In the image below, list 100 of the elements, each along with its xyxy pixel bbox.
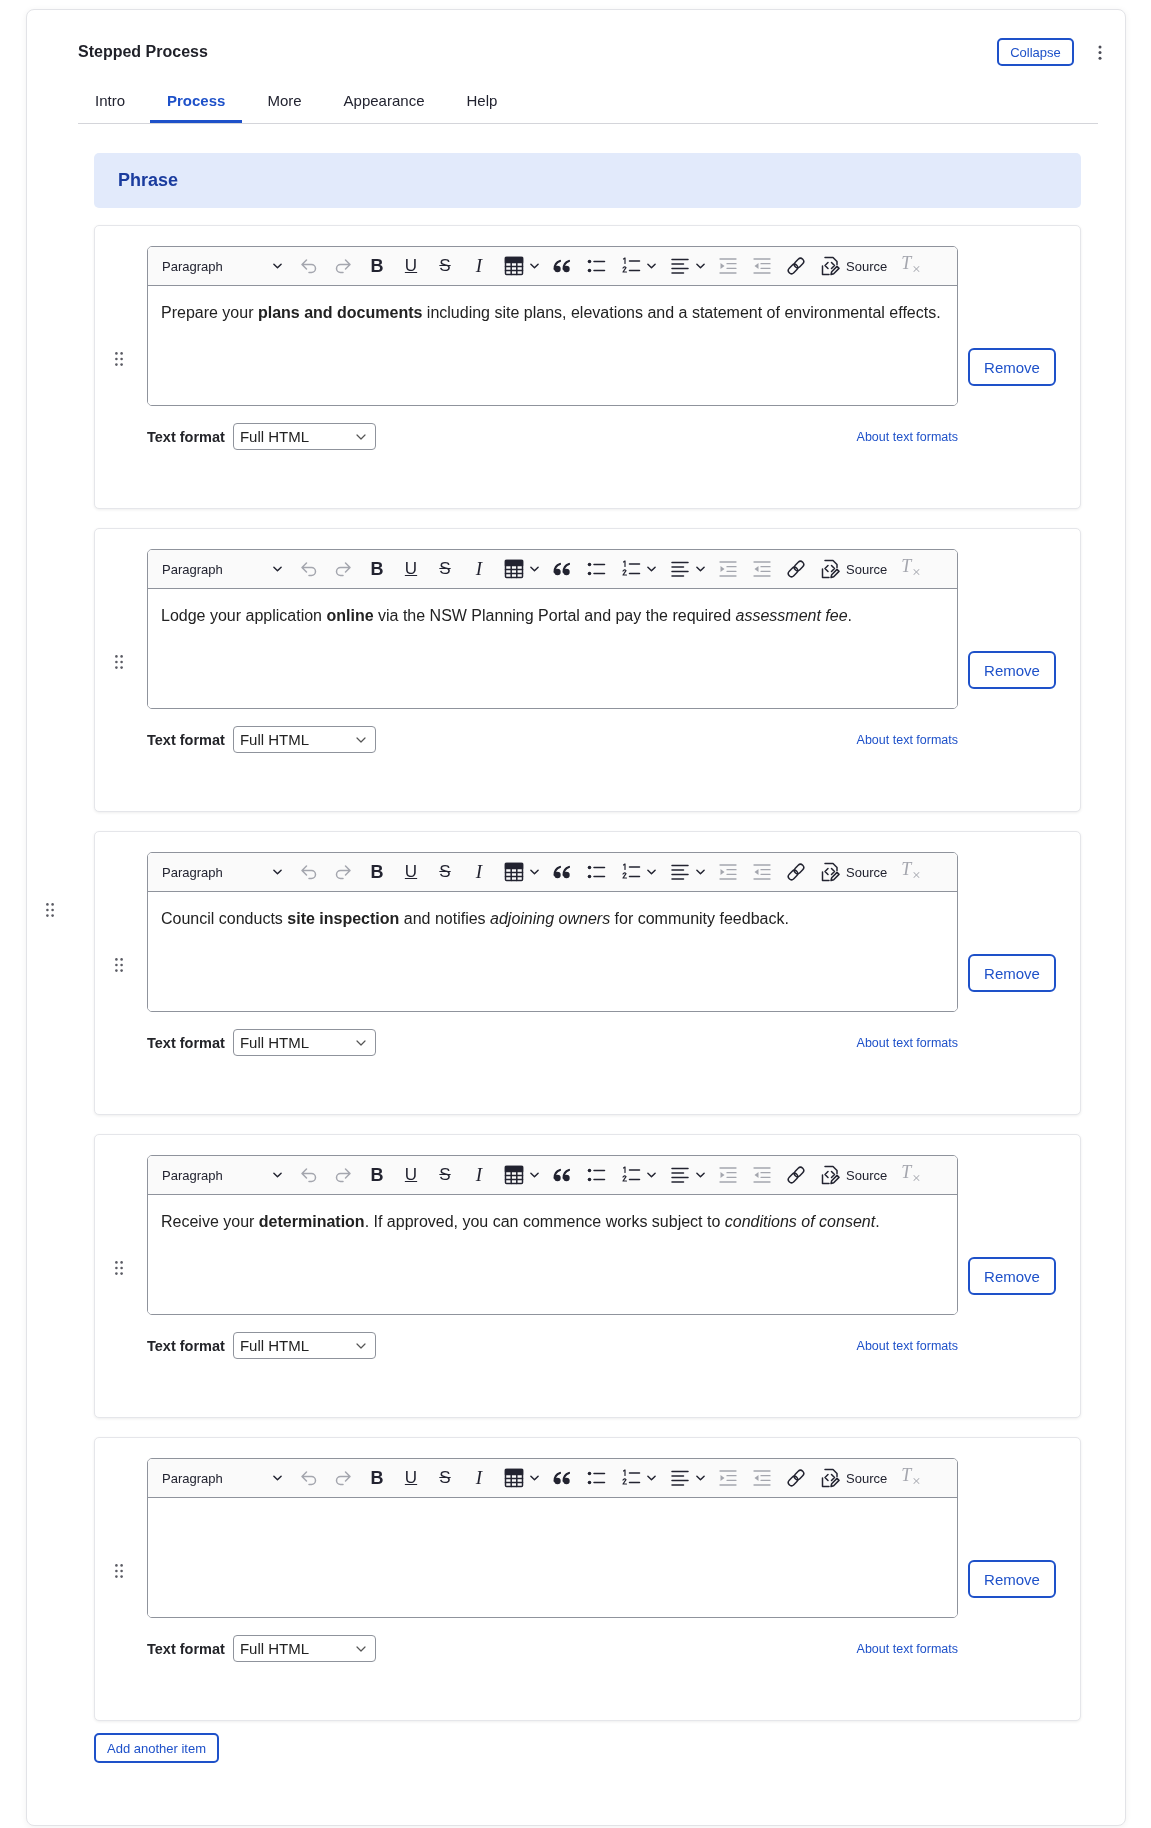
undo-icon <box>299 862 319 882</box>
strikethrough-button[interactable]: S <box>428 857 462 887</box>
collapse-button[interactable]: Collapse <box>997 38 1074 66</box>
chevron-down-icon <box>530 263 539 269</box>
source-button[interactable]: Source <box>813 554 895 584</box>
drag-handle-icon[interactable] <box>46 903 54 917</box>
chevron-down-icon <box>355 1645 366 1652</box>
bold-button[interactable]: B <box>360 251 394 281</box>
redo-icon <box>333 862 353 882</box>
paragraph-format-dropdown[interactable]: Paragraph <box>156 1160 288 1190</box>
drag-handle-icon[interactable] <box>115 1261 123 1275</box>
align-left-icon <box>670 1468 690 1488</box>
tab[interactable]: Intro <box>78 77 142 123</box>
numbered-list-icon <box>621 1468 641 1488</box>
more-options-icon[interactable] <box>1098 44 1102 60</box>
undo-icon <box>299 1468 319 1488</box>
chevron-down-icon <box>355 736 366 743</box>
strikethrough-button[interactable]: S <box>428 1160 462 1190</box>
tab[interactable]: Help <box>449 77 515 123</box>
drag-handle-icon[interactable] <box>115 958 123 972</box>
link-icon <box>786 559 806 579</box>
text-format-select[interactable]: Full HTML <box>232 1029 376 1056</box>
indent-icon <box>718 1468 738 1488</box>
about-text-formats-link[interactable]: About text formats <box>856 1641 958 1656</box>
tab[interactable]: Process <box>150 77 243 123</box>
drag-handle-icon[interactable] <box>115 352 123 366</box>
numbered-list-icon <box>621 862 641 882</box>
underline-button[interactable]: U <box>394 251 428 281</box>
table-icon <box>504 1165 524 1185</box>
paragraph-format-dropdown[interactable]: Paragraph <box>156 857 288 887</box>
text-format-select[interactable]: Full HTML <box>232 1332 376 1359</box>
undo-icon <box>299 256 319 276</box>
source-button[interactable]: Source <box>813 251 895 281</box>
drag-handle-icon[interactable] <box>115 655 123 669</box>
remove-button[interactable]: Remove <box>968 651 1056 689</box>
text-format-select[interactable]: Full HTML <box>232 1635 376 1662</box>
underline-button[interactable]: U <box>394 1160 428 1190</box>
italic-button[interactable]: I <box>462 1160 496 1190</box>
text-format-label: Text format <box>147 1640 225 1657</box>
indent-icon <box>718 862 738 882</box>
tab[interactable]: More <box>250 77 319 123</box>
strikethrough-button[interactable]: S <box>428 1463 462 1493</box>
underline-button[interactable]: U <box>394 857 428 887</box>
strikethrough-button[interactable]: S <box>428 251 462 281</box>
source-button[interactable]: Source <box>813 1463 895 1493</box>
source-button[interactable]: Source <box>813 857 895 887</box>
chevron-down-icon <box>355 1342 366 1349</box>
section-heading: Phrase <box>94 153 1081 208</box>
indent-icon <box>718 1165 738 1185</box>
chevron-down-icon <box>647 1172 656 1178</box>
paragraph-format-dropdown[interactable]: Paragraph <box>156 251 288 281</box>
text-format-select[interactable]: Full HTML <box>232 423 376 450</box>
outdent-icon <box>752 1468 772 1488</box>
undo-icon <box>299 559 319 579</box>
align-left-icon <box>670 1165 690 1185</box>
remove-button[interactable]: Remove <box>968 1257 1056 1295</box>
chevron-down-icon <box>530 566 539 572</box>
add-item-button[interactable]: Add another item <box>94 1733 219 1763</box>
chevron-down-icon <box>355 433 366 440</box>
about-text-formats-link[interactable]: About text formats <box>856 1338 958 1353</box>
underline-button[interactable]: U <box>394 554 428 584</box>
source-code-icon <box>820 256 840 276</box>
chevron-down-icon <box>273 869 282 875</box>
drag-handle-icon[interactable] <box>115 1564 123 1578</box>
align-left-icon <box>670 256 690 276</box>
about-text-formats-link[interactable]: About text formats <box>856 429 958 444</box>
link-icon <box>786 862 806 882</box>
chevron-down-icon <box>696 869 705 875</box>
chevron-down-icon <box>647 1475 656 1481</box>
underline-button[interactable]: U <box>394 1463 428 1493</box>
link-icon <box>786 1165 806 1185</box>
source-button[interactable]: Source <box>813 1160 895 1190</box>
italic-button[interactable]: I <box>462 857 496 887</box>
numbered-list-icon <box>621 559 641 579</box>
paragraph-format-dropdown[interactable]: Paragraph <box>156 1463 288 1493</box>
italic-button[interactable]: I <box>462 554 496 584</box>
source-code-icon <box>820 1468 840 1488</box>
bold-button[interactable]: B <box>360 554 394 584</box>
remove-button[interactable]: Remove <box>968 348 1056 386</box>
align-left-icon <box>670 559 690 579</box>
chevron-down-icon <box>355 1039 366 1046</box>
numbered-list-icon <box>621 256 641 276</box>
italic-button[interactable]: I <box>462 1463 496 1493</box>
italic-button[interactable]: I <box>462 251 496 281</box>
remove-button[interactable]: Remove <box>968 1560 1056 1598</box>
link-icon <box>786 1468 806 1488</box>
chevron-down-icon <box>273 1172 282 1178</box>
table-icon <box>504 1468 524 1488</box>
redo-icon <box>333 256 353 276</box>
strikethrough-button[interactable]: S <box>428 554 462 584</box>
bold-button[interactable]: B <box>360 1463 394 1493</box>
text-format-select[interactable]: Full HTML <box>232 726 376 753</box>
remove-button[interactable]: Remove <box>968 954 1056 992</box>
about-text-formats-link[interactable]: About text formats <box>856 1035 958 1050</box>
text-format-label: Text format <box>147 1034 225 1051</box>
bold-button[interactable]: B <box>360 857 394 887</box>
tab[interactable]: Appearance <box>326 77 442 123</box>
bold-button[interactable]: B <box>360 1160 394 1190</box>
paragraph-format-dropdown[interactable]: Paragraph <box>156 554 288 584</box>
about-text-formats-link[interactable]: About text formats <box>856 732 958 747</box>
